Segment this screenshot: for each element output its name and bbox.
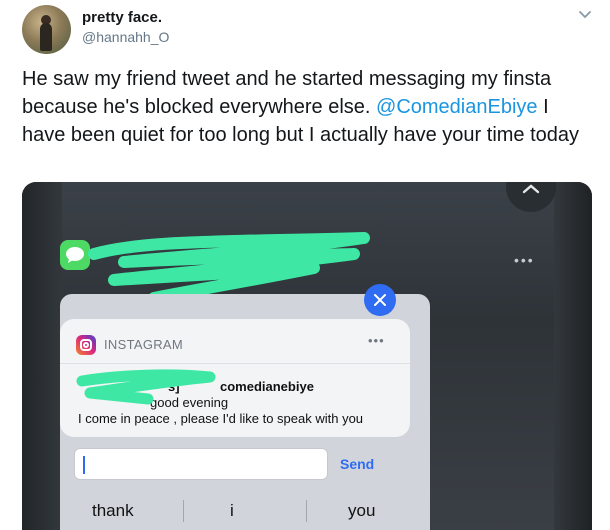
close-icon	[506, 182, 556, 212]
text-caret	[83, 456, 85, 474]
avatar[interactable]	[22, 5, 71, 54]
instagram-icon	[76, 335, 96, 355]
instagram-icon-lens	[83, 342, 89, 348]
notification-line: I come in peace , please I'd like to spe…	[78, 411, 364, 426]
redaction-scribble	[88, 232, 370, 302]
divider	[306, 500, 307, 522]
tweet-card: pretty face. @hannahh_O He saw my friend…	[0, 0, 610, 530]
background-blur	[22, 182, 62, 530]
suggestion-item: i	[230, 501, 234, 520]
user-handle[interactable]: @hannahh_O	[82, 29, 169, 45]
tweet-media-image[interactable]: ••• INSTAGRAM ••• s] comedianebiye good …	[22, 182, 592, 530]
keyboard-suggestions: thank i you	[60, 492, 430, 530]
mention-link[interactable]: @ComedianEbiye	[376, 96, 538, 118]
messages-header	[58, 232, 568, 302]
divider	[183, 500, 184, 522]
chevron-down-icon[interactable]	[578, 8, 592, 22]
suggestion-item: thank	[92, 501, 134, 520]
reply-row: Send	[60, 446, 430, 482]
instagram-notification: INSTAGRAM ••• s] comedianebiye good even…	[60, 319, 410, 437]
notification-sender: comedianebiye	[220, 379, 314, 394]
send-button: Send	[340, 456, 375, 472]
display-name[interactable]: pretty face.	[82, 9, 162, 26]
avatar-figure-body	[40, 23, 52, 51]
notification-app-label: INSTAGRAM	[104, 337, 184, 352]
tweet-text: He saw my friend tweet and he started me…	[22, 65, 582, 149]
notification-more-icon: •••	[368, 333, 385, 348]
reply-input	[74, 448, 328, 480]
redaction-scribble	[76, 369, 216, 405]
header-more-icon: •••	[514, 252, 535, 268]
suggestion-item: you	[348, 501, 376, 520]
dismiss-icon	[364, 284, 396, 316]
